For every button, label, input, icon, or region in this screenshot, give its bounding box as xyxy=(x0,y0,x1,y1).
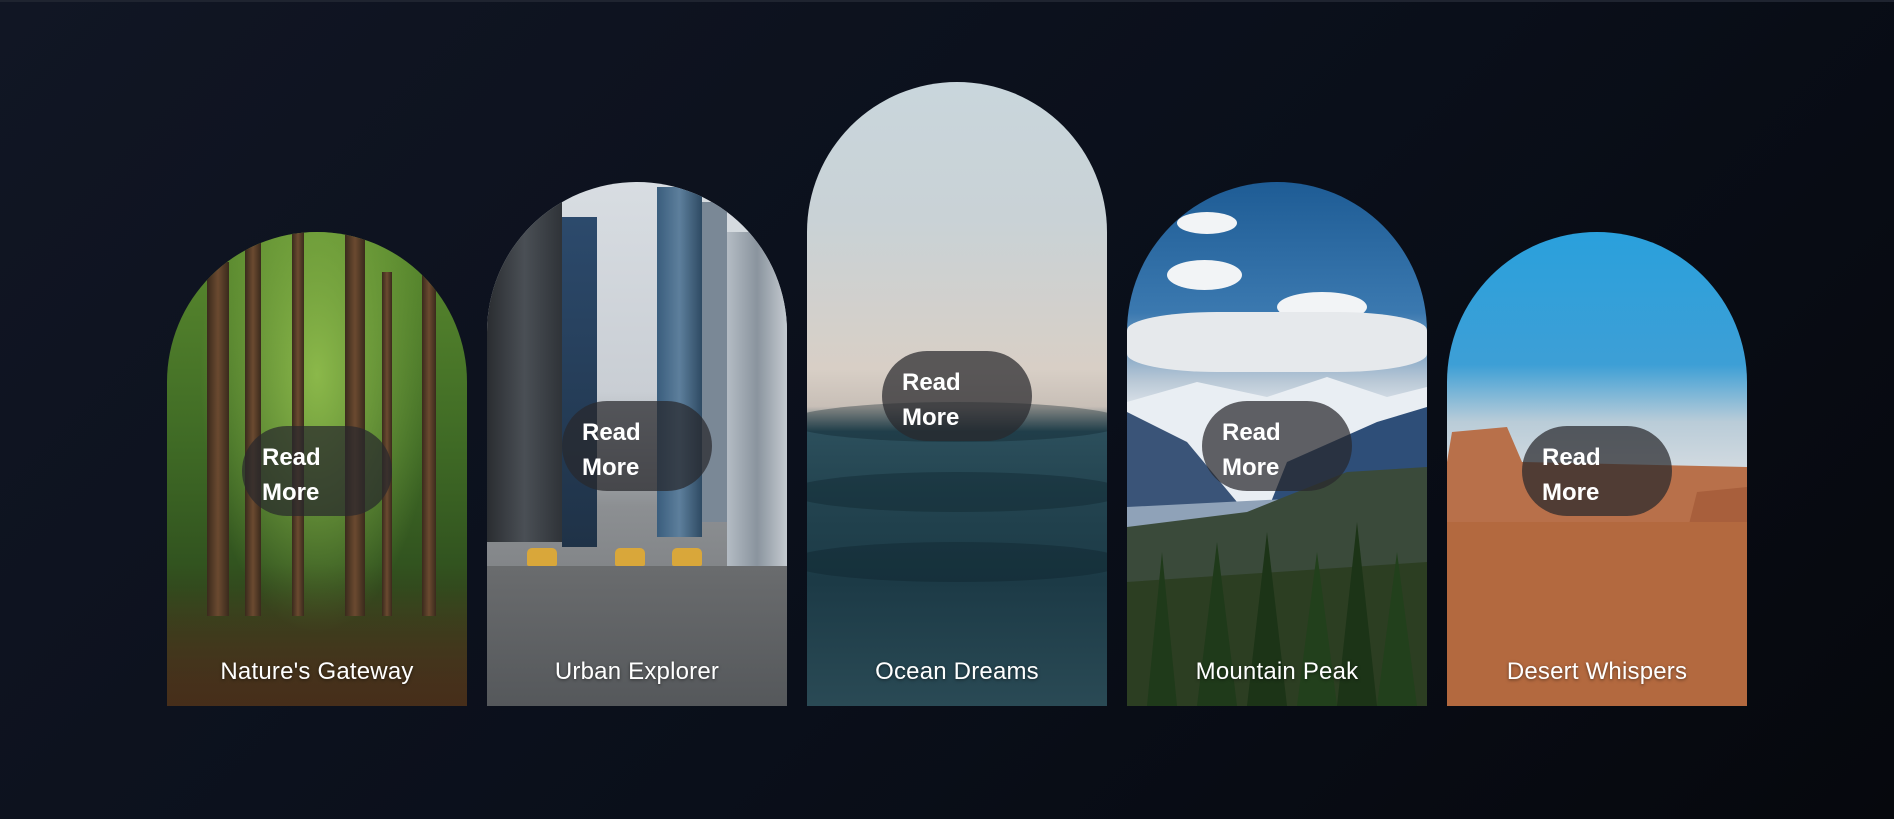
card-urban-explorer[interactable]: Read More Urban Explorer xyxy=(487,182,787,706)
card-mountain-peak[interactable]: Read More Mountain Peak xyxy=(1127,182,1427,706)
read-more-button[interactable]: Read More xyxy=(242,426,392,516)
top-divider xyxy=(0,0,1894,2)
card-title: Urban Explorer xyxy=(554,658,720,685)
card-title: Mountain Peak xyxy=(1195,658,1359,685)
card-title: Ocean Dreams xyxy=(875,658,1039,685)
card-ocean-dreams[interactable]: Read More Ocean Dreams xyxy=(807,82,1107,706)
card-desert-whispers[interactable]: Read More Desert Whispers xyxy=(1447,232,1747,706)
read-more-button[interactable]: Read More xyxy=(882,351,1032,441)
read-more-button[interactable]: Read More xyxy=(562,401,712,491)
card-title: Desert Whispers xyxy=(1506,658,1688,685)
read-more-button[interactable]: Read More xyxy=(1202,401,1352,491)
card-title: Nature's Gateway xyxy=(220,658,414,685)
read-more-button[interactable]: Read More xyxy=(1522,426,1672,516)
card-natures-gateway[interactable]: Read More Nature's Gateway xyxy=(167,232,467,706)
